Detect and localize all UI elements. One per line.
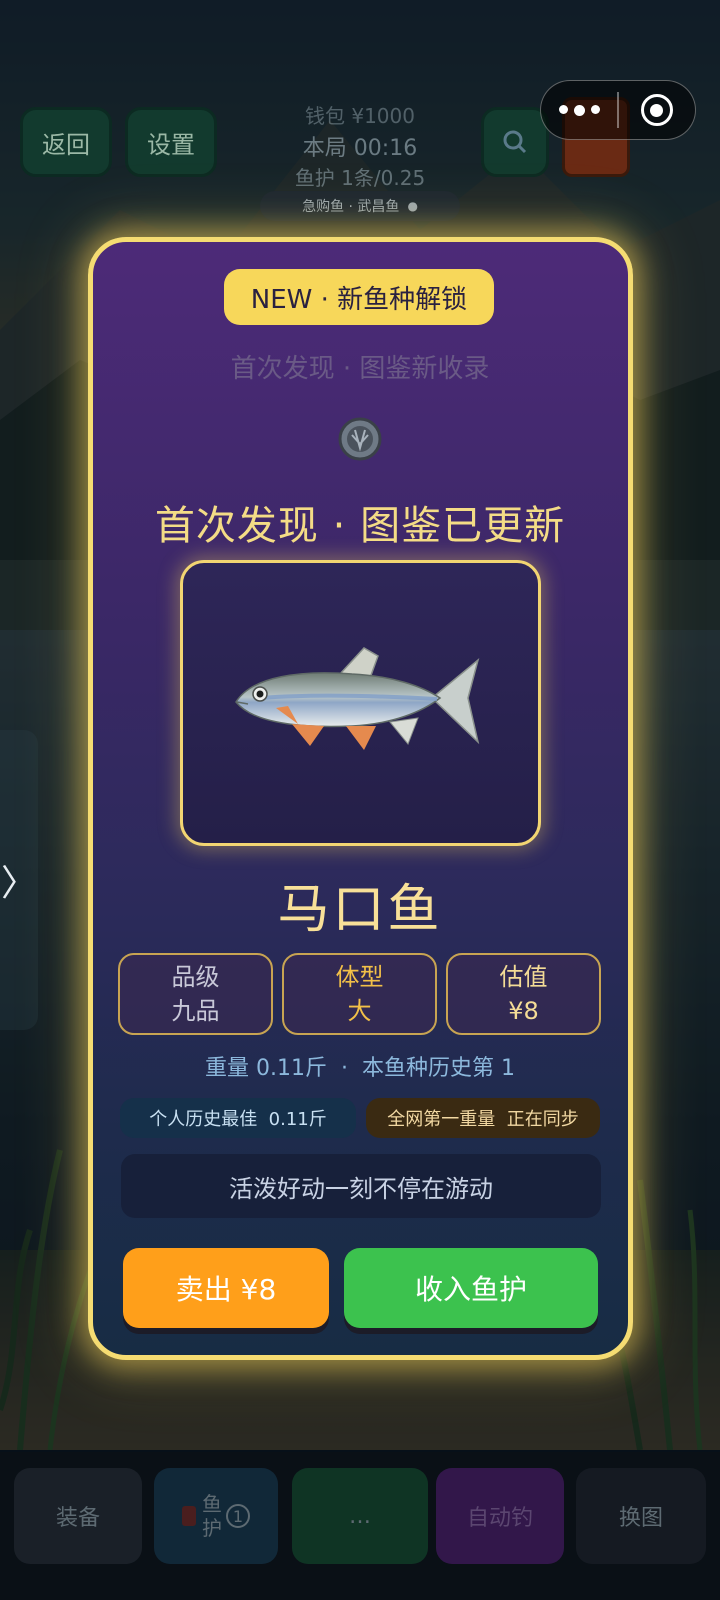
fish-description-text: 活泼好动一刻不停在游动: [229, 1174, 493, 1203]
search-icon: [503, 130, 527, 154]
stat-size: 体型 大: [282, 953, 437, 1035]
cast-label: …: [349, 1503, 371, 1529]
cast-button[interactable]: …: [292, 1468, 428, 1564]
auto-fish-button[interactable]: 自动钓: [436, 1468, 564, 1564]
stat-grade-value: 九品: [171, 997, 220, 1025]
change-map-button[interactable]: 换图: [576, 1468, 706, 1564]
more-menu-button[interactable]: [541, 104, 617, 116]
sell-label: 卖出 ¥8: [175, 1273, 277, 1306]
target-fish-pill[interactable]: 急购鱼 · 武昌鱼 ●: [260, 191, 460, 221]
fish-description: 活泼好动一刻不停在游动: [121, 1154, 601, 1218]
new-badge-label: NEW · 新鱼种解锁: [250, 284, 468, 315]
session-timer: 本局 00:16: [302, 136, 418, 161]
global-best-label: 全网第一重量 正在同步: [387, 1109, 579, 1130]
keepnet-label: 鱼 护: [202, 1492, 222, 1540]
keepnet-button[interactable]: 鱼 护 1: [154, 1468, 278, 1564]
sell-button[interactable]: 卖出 ¥8: [123, 1248, 329, 1328]
mini-program-capsule: [540, 80, 696, 140]
first-found-subtitle: 首次发现 · 图鉴新收录: [230, 354, 490, 384]
wallet-text: 钱包 ¥1000: [305, 104, 415, 128]
rank-medal-icon: [338, 417, 382, 461]
search-button[interactable]: [481, 107, 549, 177]
eye-icon: ●: [407, 199, 418, 213]
stat-value-value: ¥8: [508, 997, 539, 1025]
stat-value-key: 估值: [499, 963, 548, 991]
equipment-label: 装备: [55, 1506, 100, 1531]
personal-best-pill: 个人历史最佳 0.11斤: [120, 1098, 356, 1138]
stat-size-key: 体型: [335, 963, 384, 991]
back-button[interactable]: 返回: [20, 107, 112, 177]
keepnet-summary: 鱼护 1条/0.25: [294, 166, 426, 190]
keep-in-net-label: 收入鱼护: [414, 1273, 527, 1306]
stat-grade-key: 品级: [171, 963, 220, 991]
target-circle-icon: [640, 94, 673, 126]
fish-name: 马口鱼: [277, 880, 443, 940]
fish-illustration: [235, 647, 480, 750]
stat-grade: 品级 九品: [118, 953, 273, 1035]
close-program-button[interactable]: [619, 94, 695, 126]
personal-best-label: 个人历史最佳 0.11斤: [149, 1109, 327, 1130]
settings-button[interactable]: 设置: [125, 107, 217, 177]
new-species-badge: NEW · 新鱼种解锁: [224, 269, 494, 325]
stat-size-value: 大: [347, 997, 372, 1025]
weight-rank-line: 重量 0.11斤 · 本鱼种历史第 1: [205, 1056, 515, 1081]
change-map-label: 换图: [618, 1506, 663, 1531]
equipment-button[interactable]: 装备: [14, 1468, 142, 1564]
keep-in-net-button[interactable]: 收入鱼护: [344, 1248, 598, 1328]
side-panel-toggle[interactable]: 〉: [0, 730, 38, 1030]
auto-fish-label: 自动钓: [466, 1506, 533, 1531]
global-best-pill: 全网第一重量 正在同步: [366, 1098, 600, 1138]
keepnet-count-badge: 1: [226, 1504, 250, 1528]
modal-headline: 首次发现 · 图鉴已更新: [154, 503, 566, 549]
stat-value: 估值 ¥8: [446, 953, 601, 1035]
bucket-icon: [182, 1506, 196, 1526]
target-fish-label: 急购鱼 · 武昌鱼: [302, 199, 400, 215]
